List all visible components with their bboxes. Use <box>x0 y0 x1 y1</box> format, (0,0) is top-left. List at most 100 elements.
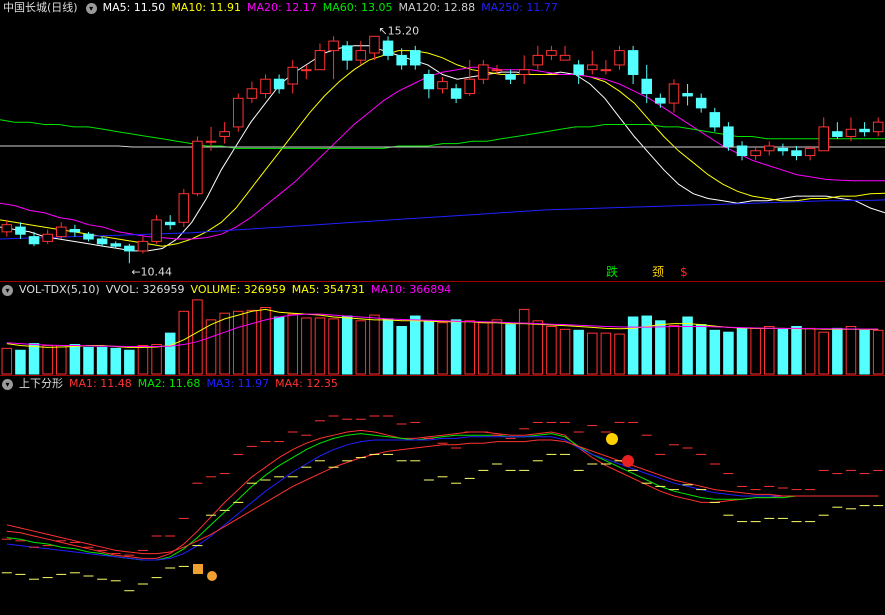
candle-body <box>818 126 829 152</box>
legend-volume_panel.labels-2: MA5: 354731 <box>291 283 366 296</box>
candle-body <box>355 50 367 61</box>
volume-bar <box>341 315 353 375</box>
volume-bar <box>369 314 380 375</box>
volume-bar <box>491 319 503 375</box>
volume-bar <box>723 331 734 375</box>
candle-body <box>559 54 571 61</box>
volume-bar <box>396 326 407 375</box>
candle-body <box>1 224 13 233</box>
volume-bar <box>682 316 693 375</box>
volume-bar <box>559 328 571 375</box>
volume-bar <box>205 319 217 375</box>
volume-bar <box>382 318 394 375</box>
volume-bar <box>28 343 40 375</box>
price-header: 中国长城(日线) ▾ MA5: 11.50 MA10: 11.91 MA20: 12.1… <box>0 0 570 16</box>
volume-bar <box>641 315 652 375</box>
candle-body <box>750 150 761 157</box>
candle-body <box>314 50 326 71</box>
collapse-icon[interactable]: ▾ <box>85 2 97 14</box>
candle-body <box>260 78 271 95</box>
volume-bar <box>818 331 829 375</box>
ma-line-ma120 <box>0 145 885 148</box>
legend-indicator_panel.labels-1: MA2: 11.68 <box>137 377 201 390</box>
candle-body <box>410 50 421 66</box>
ma-line-ma250 <box>0 199 885 240</box>
volume-bar <box>872 329 884 375</box>
volume-bar <box>42 345 53 375</box>
legend-indicator_panel.labels-3: MA4: 12.35 <box>275 377 338 390</box>
volume-bar <box>478 322 489 375</box>
candle-body <box>205 140 217 143</box>
candle-body <box>641 78 652 95</box>
legend-volume_panel.labels-3: MA10: 366894 <box>371 283 452 296</box>
candle-body <box>15 226 26 235</box>
candle-body <box>382 40 394 56</box>
volume-bar <box>573 329 584 375</box>
legend-indicator_panel.labels-0: MA1: 11.48 <box>69 377 132 390</box>
candle-body <box>69 228 81 233</box>
legend-price_panel.ma_labels-0: MA5: 11.50 <box>102 1 166 14</box>
volume-bar <box>532 320 544 375</box>
candle-body <box>164 221 176 226</box>
legend-price_panel.ma_labels-1: MA10: 11.91 <box>171 1 242 14</box>
ball-icon <box>622 455 634 467</box>
indicator-line-ma2 <box>6 433 879 561</box>
volume-bar <box>655 320 666 375</box>
volume-title: VOL-TDX(5,10) <box>19 283 100 296</box>
volume-bar <box>804 327 816 375</box>
candle-body <box>96 238 108 245</box>
candle-body <box>546 50 557 56</box>
volume-bar <box>614 333 625 375</box>
legend-volume_panel.labels-1: VOLUME: 326959 <box>190 283 286 296</box>
volume-bar <box>219 312 230 375</box>
indicator-line-ma4 <box>6 439 879 555</box>
candle-body <box>573 64 584 75</box>
candle-body <box>28 236 40 245</box>
indicator-legend: MA1: 11.48 MA2: 11.68 MA3: 11.97 MA4: 12.35 <box>69 377 344 390</box>
candle-body <box>110 243 121 247</box>
volume-bar <box>273 316 285 375</box>
volume-bar <box>450 319 462 375</box>
candle-body <box>532 54 544 66</box>
volume-bar <box>246 309 258 375</box>
candle-body <box>791 150 802 157</box>
candle-body <box>341 45 353 61</box>
candle-body <box>233 97 244 128</box>
volume-bar <box>518 308 530 375</box>
candle-body <box>614 50 625 66</box>
collapse-icon[interactable]: ▾ <box>2 378 13 390</box>
collapse-icon[interactable]: ▾ <box>2 284 13 296</box>
candle-body <box>845 128 857 137</box>
volume-bar <box>96 346 108 375</box>
indicator-line-ma1 <box>6 429 879 559</box>
price-chart[interactable]: ↖15.20 ←10.44 跌 颈 $ <box>0 0 885 281</box>
volume-bar <box>859 329 870 375</box>
volume-bar <box>791 326 802 375</box>
candle-body <box>437 81 448 90</box>
volume-bar <box>736 327 748 375</box>
candle-body <box>219 131 230 137</box>
volume-bar <box>287 313 298 375</box>
candle-body <box>246 88 258 99</box>
volume-bar <box>695 324 707 375</box>
volume-bar <box>600 332 612 375</box>
candle-body <box>600 69 612 72</box>
candle-body <box>709 112 721 128</box>
signal-label: 跌 <box>606 264 618 279</box>
indicator-chart[interactable] <box>0 376 885 615</box>
candle-body <box>723 126 734 147</box>
indicator-header: ▾ 上下分形 MA1: 11.48 MA2: 11.68 MA3: 11.97 MA4: … <box>0 376 350 392</box>
legend-price_panel.ma_labels-3: MA60: 13.05 <box>322 1 393 14</box>
volume-bar <box>764 326 775 375</box>
candle-body <box>396 54 407 66</box>
candle-body <box>328 40 339 52</box>
volume-bar <box>56 345 67 375</box>
candle-body <box>736 145 748 157</box>
candle-body <box>287 66 298 85</box>
volume-bar <box>709 329 721 375</box>
candle-body <box>695 97 707 109</box>
candle-body <box>369 35 380 54</box>
volume-bar <box>137 345 149 375</box>
candle-body <box>301 69 312 72</box>
volume-bar <box>110 347 121 375</box>
